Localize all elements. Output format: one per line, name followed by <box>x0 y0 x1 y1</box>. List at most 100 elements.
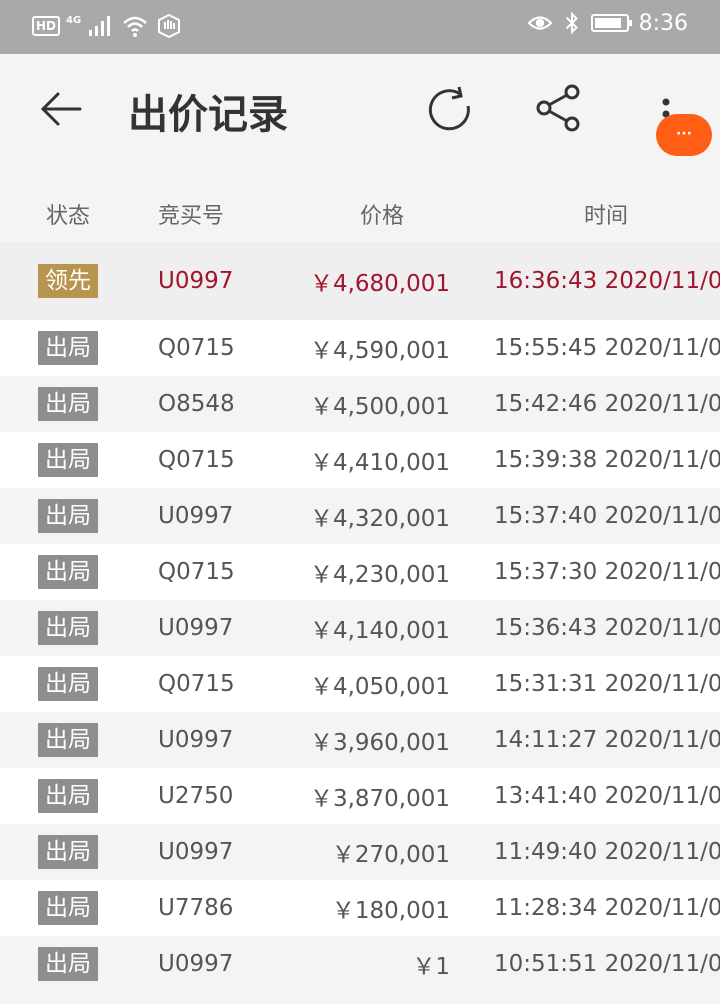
clock: 8:36 <box>638 10 688 36</box>
bidder-number: U0997 <box>158 839 234 865</box>
bid-time: 14:11:27 2020/11/09 <box>494 727 720 753</box>
bid-price: ￥180,001 <box>331 898 450 924</box>
bidder-number: O8548 <box>158 391 235 417</box>
refresh-icon[interactable] <box>424 84 476 136</box>
bid-price: ￥1 <box>412 954 450 980</box>
bid-price: ￥4,680,001 <box>309 271 450 297</box>
table-row: 出局 O8548 ￥4,500,001 15:42:46 2020/11/09 <box>0 376 720 432</box>
status-cell: 出局 <box>38 331 98 365</box>
bidder-number: Q0715 <box>158 559 235 585</box>
bid-time: 11:49:40 2020/11/09 <box>494 839 720 865</box>
bid-time: 15:37:30 2020/11/09 <box>494 559 720 585</box>
bid-time: 16:36:43 2020/11/09 <box>494 268 720 294</box>
header-status: 状态 <box>46 204 91 229</box>
bid-price: ￥4,050,001 <box>309 674 450 700</box>
signal-icon <box>89 16 111 36</box>
table-row: 出局 Q0715 ￥4,410,001 15:39:38 2020/11/09 <box>0 432 720 488</box>
status-tag: 出局 <box>38 443 98 477</box>
bidder-number: U0997 <box>158 268 234 294</box>
table-row: 出局 U0997 ￥4,320,001 15:37:40 2020/11/09 <box>0 488 720 544</box>
app-bar: 出价记录 ··· <box>0 54 720 162</box>
wifi-icon <box>123 16 148 37</box>
page-title: 出价记录 <box>128 92 288 138</box>
status-tag: 出局 <box>38 835 98 869</box>
status-cell: 出局 <box>38 723 98 757</box>
table-row: 出局 U0997 ￥4,140,001 15:36:43 2020/11/09 <box>0 600 720 656</box>
table-row: 领先 U0997 ￥4,680,001 16:36:43 2020/11/09 <box>0 242 720 320</box>
status-tag: 出局 <box>38 387 98 421</box>
bid-price: ￥4,500,001 <box>309 394 450 420</box>
status-tag: 出局 <box>38 555 98 589</box>
header-price: 价格 <box>360 204 405 229</box>
header-bidder: 竞买号 <box>158 204 225 229</box>
share-icon[interactable] <box>532 82 584 134</box>
status-tag: 出局 <box>38 723 98 757</box>
status-tag: 出局 <box>38 891 98 925</box>
bid-time: 15:36:43 2020/11/09 <box>494 615 720 641</box>
bid-price: ￥4,320,001 <box>309 506 450 532</box>
table-row: 出局 Q0715 ￥4,050,001 15:31:31 2020/11/09 <box>0 656 720 712</box>
bidder-number: U7786 <box>158 895 234 921</box>
network-type: 4G <box>66 14 82 26</box>
bid-price: ￥3,960,001 <box>309 730 450 756</box>
bid-time: 15:31:31 2020/11/09 <box>494 671 720 697</box>
floating-menu-badge[interactable]: ··· <box>656 114 712 156</box>
bid-time: 15:37:40 2020/11/09 <box>494 503 720 529</box>
status-tag: 出局 <box>38 331 98 365</box>
bid-price: ￥4,410,001 <box>309 450 450 476</box>
status-tag: 出局 <box>38 611 98 645</box>
bidder-number: U0997 <box>158 951 234 977</box>
status-cell: 领先 <box>38 264 98 298</box>
status-cell: 出局 <box>38 443 98 477</box>
header-time: 时间 <box>584 204 629 229</box>
bidder-number: U0997 <box>158 503 234 529</box>
bid-time: 13:41:40 2020/11/09 <box>494 783 720 809</box>
bid-time: 11:28:34 2020/11/09 <box>494 895 720 921</box>
bid-time: 15:55:45 2020/11/09 <box>494 335 720 361</box>
bidder-number: Q0715 <box>158 447 235 473</box>
bidder-number: Q0715 <box>158 335 235 361</box>
status-tag: 出局 <box>38 779 98 813</box>
status-cell: 出局 <box>38 947 98 981</box>
status-bar-left: HD 4G <box>32 12 183 40</box>
battery-icon <box>590 14 632 32</box>
status-cell: 出局 <box>38 387 98 421</box>
status-tag: 出局 <box>38 667 98 701</box>
bid-price: ￥4,590,001 <box>309 338 450 364</box>
table-row: 出局 U2750 ￥3,870,001 13:41:40 2020/11/09 <box>0 768 720 824</box>
table-header: 状态 竞买号 价格 时间 <box>0 162 720 242</box>
bidder-number: U0997 <box>158 615 234 641</box>
table-body: 领先 U0997 ￥4,680,001 16:36:43 2020/11/09 出局 Q0… <box>0 242 720 992</box>
table-row: 出局 U0997 ￥1 10:51:51 2020/11/09 <box>0 936 720 992</box>
status-cell: 出局 <box>38 779 98 813</box>
bid-price: ￥4,140,001 <box>309 618 450 644</box>
status-cell: 出局 <box>38 555 98 589</box>
table-row: 出局 Q0715 ￥4,230,001 15:37:30 2020/11/09 <box>0 544 720 600</box>
status-bar-right: 8:36 <box>527 10 688 36</box>
status-cell: 出局 <box>38 835 98 869</box>
status-cell: 出局 <box>38 667 98 701</box>
bid-price: ￥270,001 <box>331 842 450 868</box>
status-tag: 领先 <box>38 264 98 298</box>
bid-price: ￥3,870,001 <box>309 786 450 812</box>
back-arrow-icon[interactable] <box>36 84 86 134</box>
table-row: 出局 U0997 ￥3,960,001 14:11:27 2020/11/09 <box>0 712 720 768</box>
hand-icon <box>158 13 181 39</box>
bidder-number: U0997 <box>158 727 234 753</box>
bid-time: 10:51:51 2020/11/09 <box>494 951 720 977</box>
hd-indicator: HD <box>32 16 61 36</box>
bidder-number: U2750 <box>158 783 234 809</box>
bluetooth-icon <box>565 11 578 35</box>
bid-time: 15:39:38 2020/11/09 <box>494 447 720 473</box>
bid-time: 15:42:46 2020/11/09 <box>494 391 720 417</box>
status-bar: HD 4G 8:36 <box>0 0 720 54</box>
status-cell: 出局 <box>38 891 98 925</box>
bid-price: ￥4,230,001 <box>309 562 450 588</box>
status-cell: 出局 <box>38 499 98 533</box>
status-tag: 出局 <box>38 947 98 981</box>
bid-records-table: 状态 竞买号 价格 时间 领先 U0997 ￥4,680,001 16:36:43 2… <box>0 162 720 992</box>
status-cell: 出局 <box>38 611 98 645</box>
table-row: 出局 U7786 ￥180,001 11:28:34 2020/11/09 <box>0 880 720 936</box>
status-tag: 出局 <box>38 499 98 533</box>
table-row: 出局 Q0715 ￥4,590,001 15:55:45 2020/11/09 <box>0 320 720 376</box>
